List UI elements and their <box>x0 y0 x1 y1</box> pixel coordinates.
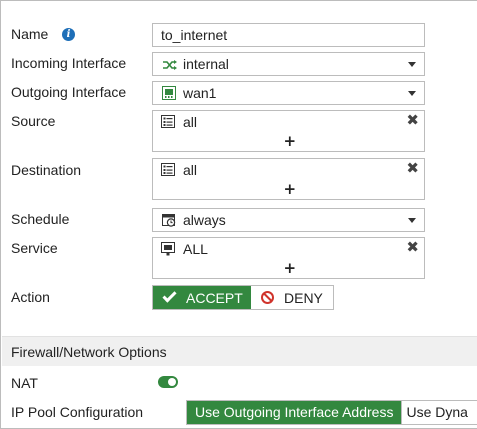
destination-field[interactable]: all ✖ + <box>152 158 425 200</box>
service-icon <box>161 242 175 259</box>
schedule-value: always <box>183 212 226 228</box>
add-icon[interactable]: + <box>284 260 297 276</box>
schedule-label: Schedule <box>11 211 70 227</box>
service-field[interactable]: ALL ✖ + <box>152 237 425 279</box>
deny-label: DENY <box>284 289 323 306</box>
firewall-options-header: Firewall/Network Options <box>2 336 477 366</box>
check-icon <box>162 288 177 303</box>
remove-icon[interactable]: ✖ <box>406 112 419 128</box>
ip-pool-label: IP Pool Configuration <box>11 404 144 420</box>
add-icon[interactable]: + <box>284 181 297 197</box>
address-icon <box>161 163 175 179</box>
nat-toggle[interactable] <box>158 376 178 388</box>
source-entry: all <box>183 114 198 130</box>
schedule-icon <box>162 213 176 230</box>
deny-icon <box>261 291 274 304</box>
chevron-down-icon <box>408 62 416 67</box>
incoming-interface-label: Incoming Interface <box>11 55 127 71</box>
name-input[interactable]: to_internet <box>152 23 425 47</box>
ip-pool-toggle-group: Use Outgoing Interface Address Use Dyna <box>186 400 477 425</box>
service-entry: ALL <box>183 241 208 257</box>
address-icon <box>161 115 175 131</box>
nat-label: NAT <box>11 375 38 391</box>
port-icon <box>162 86 176 103</box>
chevron-down-icon <box>408 218 416 223</box>
accept-button[interactable]: ACCEPT <box>153 286 251 309</box>
outgoing-interface-value: wan1 <box>183 85 217 101</box>
remove-icon[interactable]: ✖ <box>406 239 419 255</box>
use-outgoing-interface-button[interactable]: Use Outgoing Interface Address <box>187 401 402 424</box>
outgoing-interface-select[interactable]: wan1 <box>152 81 425 105</box>
policy-edit-panel: Name i to_internet Incoming Interface in… <box>0 0 477 429</box>
source-field[interactable]: all ✖ + <box>152 110 425 152</box>
destination-entry: all <box>183 162 198 178</box>
info-icon[interactable]: i <box>62 28 75 41</box>
incoming-interface-select[interactable]: internal <box>152 52 425 76</box>
use-dynamic-pool-button[interactable]: Use Dyna <box>401 401 472 424</box>
incoming-interface-value: internal <box>183 56 229 72</box>
remove-icon[interactable]: ✖ <box>406 160 419 176</box>
name-label: Name <box>11 26 49 42</box>
add-icon[interactable]: + <box>284 133 297 149</box>
action-toggle-group: ACCEPT DENY <box>152 285 334 310</box>
source-label: Source <box>11 113 56 129</box>
deny-button[interactable]: DENY <box>251 286 333 309</box>
schedule-select[interactable]: always <box>152 208 425 232</box>
shuffle-icon <box>162 58 178 74</box>
accept-label: ACCEPT <box>186 289 243 306</box>
destination-label: Destination <box>11 162 82 178</box>
action-label: Action <box>11 289 50 305</box>
chevron-down-icon <box>408 91 416 96</box>
outgoing-interface-label: Outgoing Interface <box>11 84 127 100</box>
service-label: Service <box>11 240 58 256</box>
